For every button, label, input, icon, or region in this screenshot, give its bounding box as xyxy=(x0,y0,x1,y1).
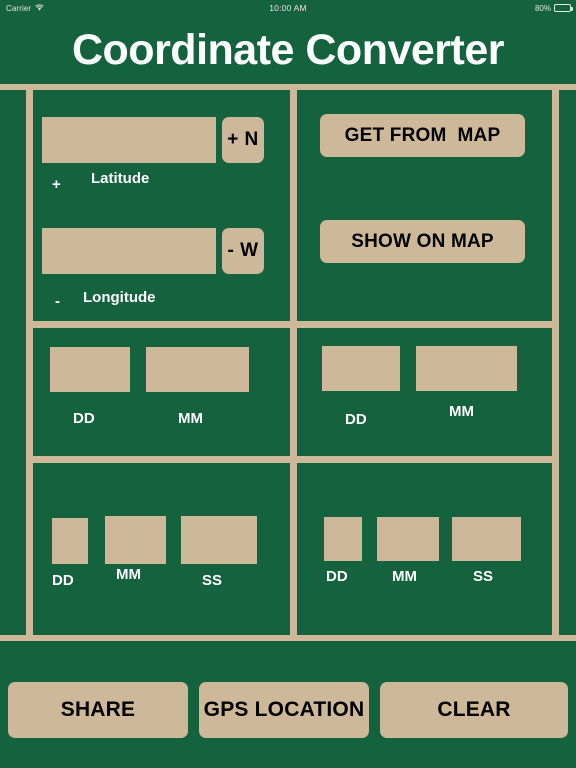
ddmm-left-dd-input[interactable] xyxy=(50,347,130,392)
status-bar: Carrier 10:00 AM 80% xyxy=(0,0,576,16)
main-grid: + N + Latitude - W - Longitude GET FROM … xyxy=(0,84,576,655)
dms-right-dd-label: DD xyxy=(326,568,348,585)
dms-right-mm-input[interactable] xyxy=(377,517,439,561)
decimal-degrees-panel: + N + Latitude - W - Longitude xyxy=(33,90,290,321)
status-bar-right: 80% xyxy=(534,3,573,13)
latitude-input[interactable] xyxy=(42,117,216,163)
gps-location-button[interactable]: GPS LOCATION xyxy=(199,682,369,738)
longitude-hemisphere-button[interactable]: - W xyxy=(222,228,264,274)
map-actions-panel: GET FROM MAP SHOW ON MAP xyxy=(297,90,552,321)
longitude-input[interactable] xyxy=(42,228,216,274)
latitude-label: Latitude xyxy=(91,170,150,187)
dms-right-ss-label: SS xyxy=(473,568,494,585)
show-on-map-button[interactable]: SHOW ON MAP xyxy=(320,220,525,263)
app-header: Coordinate Converter xyxy=(0,16,576,84)
degrees-minutes-seconds-right-panel: DD MM SS xyxy=(297,463,552,635)
dms-right-ss-input[interactable] xyxy=(452,517,521,561)
grid-gutter-right xyxy=(559,90,576,635)
ddmm-right-mm-label: MM xyxy=(449,403,474,420)
battery-icon xyxy=(554,4,573,12)
battery-percent-label: 80% xyxy=(534,3,551,13)
latitude-hemisphere-button[interactable]: + N xyxy=(222,117,264,163)
degrees-minutes-seconds-left-panel: DD MM SS xyxy=(33,463,290,635)
status-bar-clock: 10:00 AM xyxy=(269,3,307,13)
ddmm-right-dd-input[interactable] xyxy=(322,346,400,391)
share-button[interactable]: SHARE xyxy=(8,682,188,738)
dms-left-mm-label: MM xyxy=(116,566,141,583)
ddmm-left-dd-label: DD xyxy=(73,410,95,427)
dms-left-ss-input[interactable] xyxy=(181,516,257,564)
dms-right-mm-label: MM xyxy=(392,568,417,585)
ddmm-left-mm-label: MM xyxy=(178,410,203,427)
ddmm-right-dd-label: DD xyxy=(345,411,367,428)
latitude-sign-label: + xyxy=(52,176,61,193)
degrees-minutes-right-panel: DD MM xyxy=(297,328,552,456)
grid-gutter-bottom xyxy=(0,641,576,655)
bottom-toolbar: SHARE GPS LOCATION CLEAR xyxy=(0,655,576,768)
clear-button[interactable]: CLEAR xyxy=(380,682,568,738)
dms-left-mm-input[interactable] xyxy=(105,516,166,564)
ddmm-left-mm-input[interactable] xyxy=(146,347,249,392)
longitude-label: Longitude xyxy=(83,289,156,306)
grid-gutter-left xyxy=(0,90,26,635)
dms-left-dd-label: DD xyxy=(52,572,74,589)
longitude-sign-label: - xyxy=(55,293,60,310)
dms-left-ss-label: SS xyxy=(202,572,223,589)
dms-left-dd-input[interactable] xyxy=(52,518,88,564)
get-from-map-button[interactable]: GET FROM MAP xyxy=(320,114,525,157)
ddmm-right-mm-input[interactable] xyxy=(416,346,517,391)
page-title: Coordinate Converter xyxy=(71,25,505,74)
degrees-minutes-left-panel: DD MM xyxy=(33,328,290,456)
dms-right-dd-input[interactable] xyxy=(324,517,362,561)
